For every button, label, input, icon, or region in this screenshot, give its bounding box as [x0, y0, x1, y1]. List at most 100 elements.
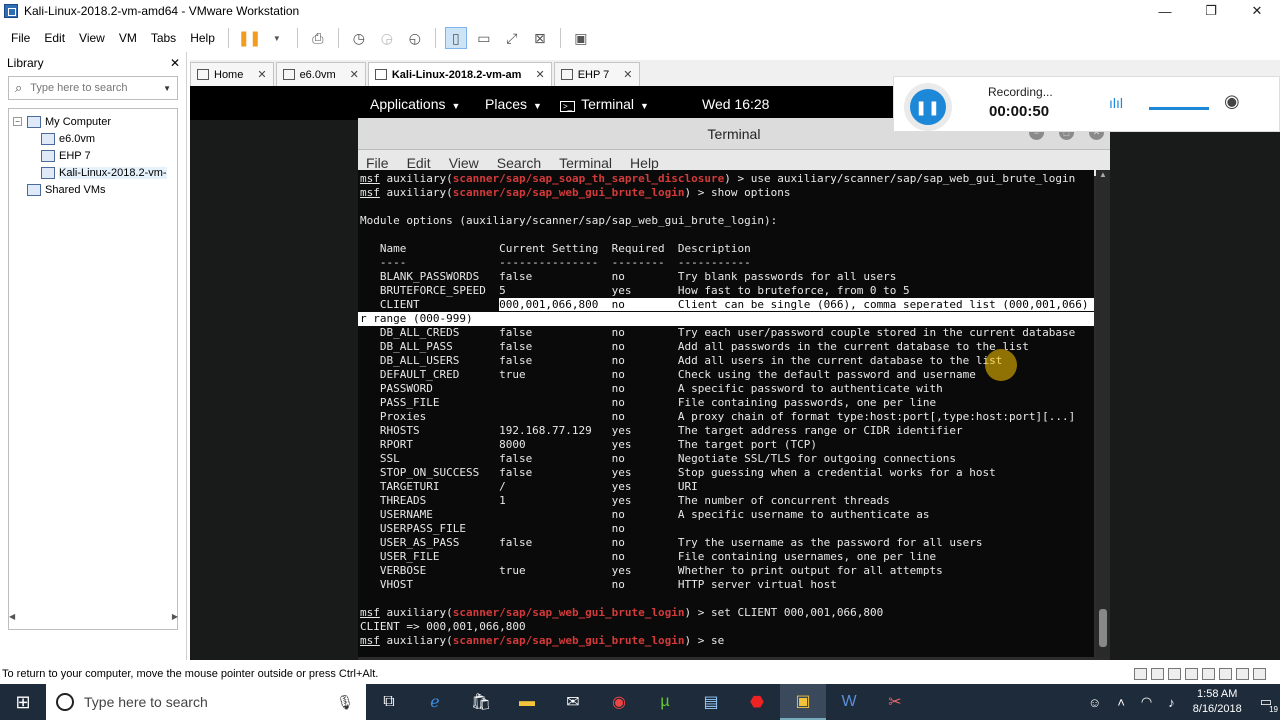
- tab-home[interactable]: Home ✕: [190, 62, 274, 86]
- fit-guest-icon[interactable]: ⤢: [501, 27, 523, 49]
- close-tab-icon[interactable]: ✕: [535, 68, 544, 81]
- menu-file[interactable]: File: [4, 31, 37, 45]
- unity-icon[interactable]: ▭: [473, 27, 495, 49]
- taskbar-search-input[interactable]: Type here to search 🎙: [46, 684, 366, 720]
- close-tab-icon[interactable]: ✕: [350, 68, 359, 81]
- library-hscrollbar[interactable]: ◀ ▶: [9, 609, 178, 623]
- pause-icon[interactable]: ❚❚: [237, 27, 261, 49]
- usb-icon[interactable]: [1185, 668, 1198, 680]
- menu-view[interactable]: View: [72, 31, 112, 45]
- terminal-line: TARGETURI / yes URI: [360, 480, 698, 493]
- gnome-places-menu[interactable]: Places ▼: [485, 96, 542, 112]
- task-view-icon[interactable]: ⧉: [366, 684, 412, 720]
- edge-icon[interactable]: ℯ: [412, 684, 458, 720]
- chevron-down-icon[interactable]: ▼: [163, 84, 171, 93]
- terminal-menu-edit[interactable]: Edit: [407, 155, 431, 171]
- snapshot-manager-icon[interactable]: ◵: [404, 27, 426, 49]
- terminal-line: USERPASS_FILE no: [360, 522, 625, 535]
- tree-item-my-computer[interactable]: − My Computer: [13, 113, 177, 130]
- tab-kali[interactable]: Kali-Linux-2018.2-vm-am ✕: [367, 62, 552, 86]
- gnome-applications-menu[interactable]: Applications ▼: [370, 96, 460, 112]
- terminal-output[interactable]: msf auxiliary(scanner/sap/sap_soap_th_sa…: [358, 170, 1094, 657]
- shared-vms-icon: [27, 183, 41, 196]
- pause-dropdown-icon[interactable]: ▼: [266, 27, 288, 49]
- scroll-left-icon[interactable]: ◀: [9, 612, 15, 621]
- hdd-icon[interactable]: [1134, 668, 1147, 680]
- gnome-terminal-menu[interactable]: >_ Terminal ▼: [560, 96, 649, 112]
- tree-item-e6-0vm[interactable]: e6.0vm: [13, 130, 177, 147]
- file-explorer-icon[interactable]: ▬: [504, 684, 550, 720]
- scroll-up-icon[interactable]: ▲: [1096, 170, 1110, 184]
- wifi-icon[interactable]: ◠: [1141, 694, 1152, 710]
- microphone-icon[interactable]: 🎙: [336, 694, 354, 711]
- module-path: scanner/sap/sap_web_gui_brute_login: [452, 634, 685, 647]
- menu-help[interactable]: Help: [183, 31, 222, 45]
- send-keys-icon[interactable]: ⎙: [307, 27, 329, 49]
- network-icon[interactable]: [1168, 668, 1181, 680]
- cd-icon[interactable]: [1151, 668, 1164, 680]
- menu-vm[interactable]: VM: [112, 31, 144, 45]
- library-close-icon[interactable]: ✕: [170, 56, 180, 70]
- terminal-scrollbar[interactable]: ▲: [1096, 170, 1110, 657]
- snipping-icon[interactable]: ✂: [872, 684, 918, 720]
- collapse-icon[interactable]: −: [13, 117, 22, 126]
- window-controls: — ❐ ✕: [1142, 0, 1280, 22]
- volume-slider[interactable]: [1149, 107, 1209, 110]
- home-icon: [197, 69, 209, 80]
- tree-item-kali[interactable]: Kali-Linux-2018.2-vm-: [13, 164, 177, 181]
- scroll-right-icon[interactable]: ▶: [172, 612, 178, 621]
- menu-tabs[interactable]: Tabs: [144, 31, 183, 45]
- terminal-line: RHOSTS 192.168.77.129 yes The target add…: [360, 424, 963, 437]
- close-tab-icon[interactable]: ✕: [623, 68, 632, 81]
- windows-start-icon[interactable]: ⊞: [0, 684, 46, 720]
- console-view-icon[interactable]: ▯: [444, 27, 467, 49]
- terminal-menu-terminal[interactable]: Terminal: [559, 155, 612, 171]
- terminal-menu-file[interactable]: File: [366, 155, 389, 171]
- terminal-menu-search[interactable]: Search: [497, 155, 541, 171]
- tab-ehp7[interactable]: EHP 7 ✕: [553, 62, 640, 86]
- tree-item-shared-vms[interactable]: Shared VMs: [13, 181, 177, 198]
- minimize-button[interactable]: —: [1142, 0, 1188, 22]
- people-icon[interactable]: ☺: [1088, 695, 1101, 710]
- taskbar-clock[interactable]: 1:58 AM 8/16/2018: [1193, 687, 1242, 717]
- terminal-icon: >_: [560, 101, 576, 112]
- terminal-line: SSL false no Negotiate SSL/TLS for outgo…: [360, 452, 957, 465]
- webcam-icon[interactable]: ◉: [1224, 91, 1240, 112]
- chrome-icon[interactable]: ◉: [596, 684, 642, 720]
- tray-expand-icon[interactable]: ˄: [1117, 695, 1125, 710]
- menu-edit[interactable]: Edit: [37, 31, 72, 45]
- notepad-icon[interactable]: ▤: [688, 684, 734, 720]
- tree-item-ehp7[interactable]: EHP 7: [13, 147, 177, 164]
- store-icon[interactable]: 🛍: [458, 684, 504, 720]
- display-icon[interactable]: [1236, 668, 1249, 680]
- windows-taskbar: ⊞ Type here to search 🎙 ⧉ ℯ 🛍 ▬ ✉ ◉ µ ▤ …: [0, 684, 1280, 720]
- close-button[interactable]: ✕: [1234, 0, 1280, 22]
- library-title: Library: [7, 56, 44, 70]
- word-icon[interactable]: W: [826, 684, 872, 720]
- recorder-pause-button[interactable]: ❚❚: [904, 83, 952, 131]
- thumbnail-icon[interactable]: ▣: [570, 27, 592, 49]
- revert-snapshot-icon[interactable]: ◶: [376, 27, 398, 49]
- tab-e6-0vm[interactable]: e6.0vm ✕: [275, 62, 366, 86]
- terminal-menu-view[interactable]: View: [449, 155, 479, 171]
- utorrent-icon[interactable]: µ: [642, 684, 688, 720]
- library-search-input[interactable]: ⌕ Type here to search ▼: [8, 76, 178, 100]
- acrobat-icon[interactable]: ⬣: [734, 684, 780, 720]
- terminal-line: Module options (auxiliary/scanner/sap/sa…: [360, 214, 778, 227]
- sound-icon[interactable]: [1202, 668, 1215, 680]
- terminal-menu-help[interactable]: Help: [630, 155, 659, 171]
- printer-icon[interactable]: [1219, 668, 1232, 680]
- close-tab-icon[interactable]: ✕: [257, 68, 266, 81]
- terminal-line: USER_FILE no File containing usernames, …: [360, 550, 937, 563]
- scrollbar-thumb[interactable]: [1099, 609, 1107, 647]
- vm-display[interactable]: Applications ▼ Places ▼ >_ Terminal ▼ Wed 16…: [190, 86, 1280, 660]
- vmware-icon[interactable]: ▣: [780, 684, 826, 720]
- full-screen-icon[interactable]: ⊠: [529, 27, 551, 49]
- volume-icon[interactable]: ♪: [1168, 695, 1175, 710]
- action-center-icon[interactable]: ▭ 19: [1260, 694, 1278, 714]
- mail-icon[interactable]: ✉: [550, 684, 596, 720]
- gnome-clock[interactable]: Wed 16:28: [702, 96, 769, 112]
- message-icon[interactable]: [1253, 668, 1266, 680]
- snapshot-icon[interactable]: ◷: [348, 27, 370, 49]
- restore-button[interactable]: ❐: [1188, 0, 1234, 22]
